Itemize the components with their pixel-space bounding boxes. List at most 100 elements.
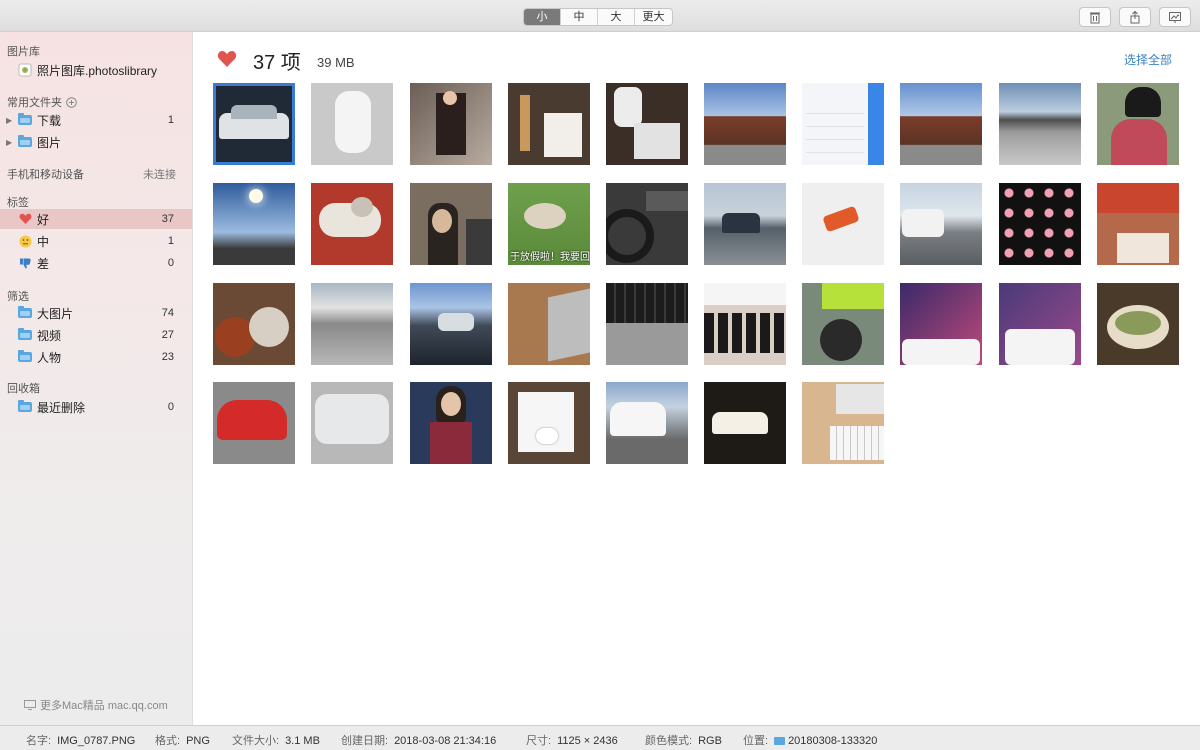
sidebar-item-label: 人物 bbox=[37, 350, 62, 365]
sidebar-item-people[interactable]: 人物 23 bbox=[0, 347, 192, 367]
photo-thumbnail[interactable] bbox=[1097, 283, 1179, 365]
status-filesize: 文件大小: 3.1 MB bbox=[232, 732, 320, 748]
photo-thumbnail[interactable] bbox=[704, 283, 786, 365]
photo-thumbnail[interactable] bbox=[410, 382, 492, 464]
photo-thumbnail[interactable] bbox=[508, 83, 590, 165]
slideshow-button[interactable] bbox=[1159, 7, 1191, 27]
photo-thumbnail[interactable] bbox=[704, 183, 786, 265]
monitor-icon bbox=[24, 700, 36, 710]
size-xlarge-button[interactable]: 更大 bbox=[635, 9, 672, 25]
tags-header: 标签 bbox=[7, 197, 29, 209]
devices-header: 手机和移动设备 bbox=[7, 169, 84, 181]
select-all-button[interactable]: 选择全部 bbox=[1124, 51, 1172, 68]
more-mac-apps-link[interactable]: 更多Mac精品 mac.qq.com bbox=[24, 697, 168, 713]
photo-thumbnail[interactable] bbox=[704, 382, 786, 464]
status-created-label: 创建日期: bbox=[341, 735, 389, 747]
sidebar-item-photos-library[interactable]: 照片图库.photoslibrary bbox=[0, 60, 192, 80]
folder-icon bbox=[18, 306, 32, 320]
photo-thumbnail[interactable] bbox=[802, 283, 884, 365]
thumbnail-size-control: 小 中 大 更大 bbox=[523, 8, 673, 26]
sidebar-item-label: 差 bbox=[37, 256, 50, 271]
delete-button[interactable] bbox=[1079, 7, 1111, 27]
status-dimensions-label: 尺寸: bbox=[526, 735, 552, 747]
status-format-value: PNG bbox=[186, 735, 210, 747]
photo-thumbnail[interactable] bbox=[606, 283, 688, 365]
status-dimensions: 尺寸: 1125 × 2436 bbox=[526, 732, 618, 748]
folder-icon bbox=[774, 737, 786, 745]
status-color-value: RGB bbox=[698, 735, 722, 747]
status-format-label: 格式: bbox=[155, 735, 181, 747]
sidebar-item-label: 视频 bbox=[37, 328, 62, 343]
photo-thumbnail[interactable] bbox=[802, 382, 884, 464]
photo-thumbnail[interactable] bbox=[311, 83, 393, 165]
disclosure-triangle-icon[interactable]: ▶ bbox=[6, 116, 12, 125]
status-bar: 名字: IMG_0787.PNG 格式: PNG 文件大小: 3.1 MB 创建日期:… bbox=[0, 725, 1200, 750]
status-name-value: IMG_0787.PNG bbox=[57, 735, 136, 747]
photos-library-icon bbox=[18, 63, 32, 77]
folder-icon bbox=[18, 400, 32, 414]
total-size: 39 MB bbox=[317, 55, 355, 70]
sidebar: 图片库 照片图库.photoslibrary 常用文件夹 ▶ 下载 1 ▶ 图片… bbox=[0, 32, 193, 725]
status-filesize-value: 3.1 MB bbox=[285, 735, 320, 747]
photo-thumbnail[interactable] bbox=[410, 183, 492, 265]
photo-thumbnail[interactable] bbox=[606, 382, 688, 464]
status-location: 位置: 20180308-133320 bbox=[743, 732, 877, 748]
sidebar-item-label: 最近删除 bbox=[37, 400, 86, 415]
sidebar-item-tag-good[interactable]: 好 37 bbox=[0, 209, 192, 229]
folders-header: 常用文件夹 bbox=[7, 94, 77, 110]
photo-thumbnail[interactable] bbox=[999, 283, 1081, 365]
status-name: 名字: IMG_0787.PNG bbox=[26, 732, 135, 748]
thumbs-down-icon bbox=[18, 256, 32, 270]
photo-thumbnail[interactable] bbox=[900, 183, 982, 265]
photo-thumbnail[interactable] bbox=[1097, 183, 1179, 265]
photo-thumbnail[interactable] bbox=[704, 83, 786, 165]
item-count: 74 bbox=[161, 307, 174, 319]
photo-thumbnail[interactable] bbox=[999, 183, 1081, 265]
photo-thumbnail[interactable] bbox=[606, 183, 688, 265]
sidebar-item-recently-deleted[interactable]: 最近删除 0 bbox=[0, 397, 192, 417]
sidebar-item-tag-neutral[interactable]: 中 1 bbox=[0, 231, 192, 251]
photo-thumbnail[interactable]: 于放假啦！我要回 bbox=[508, 183, 590, 265]
status-format: 格式: PNG bbox=[155, 732, 210, 748]
photo-thumbnail[interactable] bbox=[213, 382, 295, 464]
size-small-button[interactable]: 小 bbox=[524, 9, 561, 25]
sidebar-item-tag-bad[interactable]: 差 0 bbox=[0, 253, 192, 273]
size-medium-button[interactable]: 中 bbox=[561, 9, 598, 25]
photo-thumbnail[interactable] bbox=[999, 83, 1081, 165]
photo-thumbnail[interactable] bbox=[900, 283, 982, 365]
sidebar-item-label: 中 bbox=[37, 234, 50, 249]
heart-icon bbox=[217, 51, 237, 67]
devices-status: 未连接 bbox=[143, 169, 176, 181]
status-location-label: 位置: bbox=[743, 735, 769, 747]
photo-thumbnail[interactable] bbox=[213, 183, 295, 265]
photo-thumbnail[interactable] bbox=[1097, 83, 1179, 165]
photo-thumbnail[interactable] bbox=[508, 283, 590, 365]
folder-icon bbox=[18, 113, 32, 127]
photo-thumbnail[interactable] bbox=[802, 83, 884, 165]
status-location-value[interactable]: 20180308-133320 bbox=[788, 735, 877, 747]
disclosure-triangle-icon[interactable]: ▶ bbox=[6, 138, 12, 147]
sidebar-item-large-images[interactable]: 大图片 74 bbox=[0, 303, 192, 323]
photo-thumbnail[interactable] bbox=[900, 83, 982, 165]
photo-thumbnail[interactable] bbox=[311, 382, 393, 464]
sidebar-item-pictures[interactable]: ▶ 图片 bbox=[0, 132, 192, 152]
photo-thumbnail[interactable] bbox=[213, 83, 295, 165]
photo-thumbnail[interactable] bbox=[606, 83, 688, 165]
photo-thumbnail[interactable] bbox=[508, 382, 590, 464]
photo-thumbnail[interactable] bbox=[410, 83, 492, 165]
share-button[interactable] bbox=[1119, 7, 1151, 27]
photo-thumbnail[interactable] bbox=[311, 183, 393, 265]
item-count: 37 bbox=[161, 213, 174, 225]
photo-thumbnail[interactable] bbox=[802, 183, 884, 265]
photo-thumbnail[interactable] bbox=[213, 283, 295, 365]
heart-icon bbox=[18, 212, 32, 226]
item-count: 23 bbox=[161, 351, 174, 363]
photo-thumbnail[interactable] bbox=[311, 283, 393, 365]
folder-icon bbox=[18, 350, 32, 364]
toolbar: 小 中 大 更大 bbox=[0, 0, 1200, 32]
sidebar-item-videos[interactable]: 视频 27 bbox=[0, 325, 192, 345]
sidebar-item-downloads[interactable]: ▶ 下载 1 bbox=[0, 110, 192, 130]
add-folder-icon[interactable] bbox=[66, 96, 77, 108]
size-large-button[interactable]: 大 bbox=[598, 9, 635, 25]
photo-thumbnail[interactable] bbox=[410, 283, 492, 365]
